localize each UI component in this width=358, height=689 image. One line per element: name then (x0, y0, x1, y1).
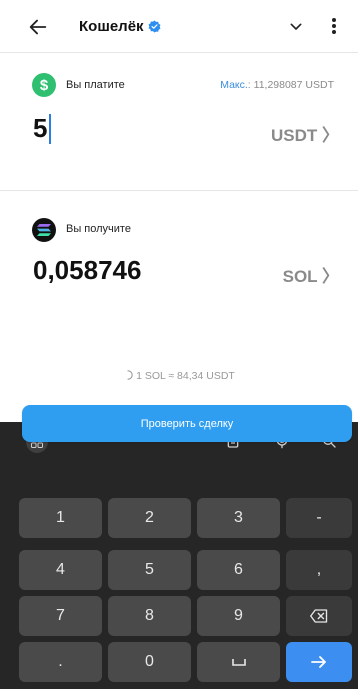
usdt-dollar-icon: $ (32, 73, 56, 97)
key-5[interactable]: 5 (108, 550, 191, 590)
key-2[interactable]: 2 (108, 498, 191, 538)
verified-badge-icon (148, 20, 161, 33)
chevron-down-icon[interactable] (288, 19, 304, 35)
top-app-bar: Кошелёк (0, 0, 358, 52)
backspace-icon (310, 609, 328, 623)
key-4[interactable]: 4 (19, 550, 102, 590)
space-icon (231, 659, 246, 666)
numeric-keyboard: 1 2 3 - 4 5 6 , 7 8 9 . 0 (0, 422, 358, 689)
max-link[interactable]: Макс. (220, 79, 248, 91)
key-9[interactable]: 9 (197, 596, 280, 636)
receive-amount: 0,058746 (33, 255, 142, 285)
key-8[interactable]: 8 (108, 596, 191, 636)
section-divider (0, 190, 358, 191)
more-vert-icon[interactable] (331, 17, 337, 35)
enter-arrow-icon (311, 656, 326, 668)
key-7[interactable]: 7 (19, 596, 102, 636)
arrow-left-icon[interactable] (27, 16, 49, 38)
receive-currency-selector[interactable]: SOL 〉 (283, 262, 339, 287)
exchange-rate-text: 1 SOL ≈ 84,34 USDT (136, 370, 235, 382)
refresh-spinner-icon (127, 370, 133, 380)
text-cursor (49, 113, 52, 144)
header-divider (0, 52, 358, 53)
usdt-dollar-symbol: $ (39, 76, 49, 94)
key-dot[interactable]: . (19, 642, 102, 682)
wallet-title[interactable]: Кошелёк (79, 18, 161, 35)
pay-currency-selector[interactable]: USDT 〉 (271, 121, 339, 146)
solana-logo-icon (37, 224, 51, 236)
swap-screen: Кошелёк $ Вы платите Макс.: 11,298087 US… (0, 0, 358, 689)
wallet-title-text: Кошелёк (79, 18, 144, 35)
solana-icon (32, 218, 56, 242)
space-key[interactable] (197, 642, 280, 682)
key-1[interactable]: 1 (19, 498, 102, 538)
pay-amount-value: 5 (33, 113, 48, 143)
receive-label: Вы получите (66, 223, 131, 235)
key-3[interactable]: 3 (197, 498, 280, 538)
key-minus[interactable]: - (286, 498, 352, 538)
pay-label: Вы платите (66, 79, 125, 91)
review-deal-button[interactable]: Проверить сделку (22, 405, 352, 442)
max-balance[interactable]: Макс.: 11,298087 USDT (220, 79, 334, 91)
key-0[interactable]: 0 (108, 642, 191, 682)
pay-amount-input[interactable]: 5 (33, 113, 52, 144)
backspace-key[interactable] (286, 596, 352, 636)
key-comma[interactable]: , (286, 550, 352, 590)
max-value: : 11,298087 USDT (247, 79, 334, 91)
exchange-rate: 1 SOL ≈ 84,34 USDT (0, 370, 358, 382)
key-6[interactable]: 6 (197, 550, 280, 590)
enter-key[interactable] (286, 642, 352, 682)
